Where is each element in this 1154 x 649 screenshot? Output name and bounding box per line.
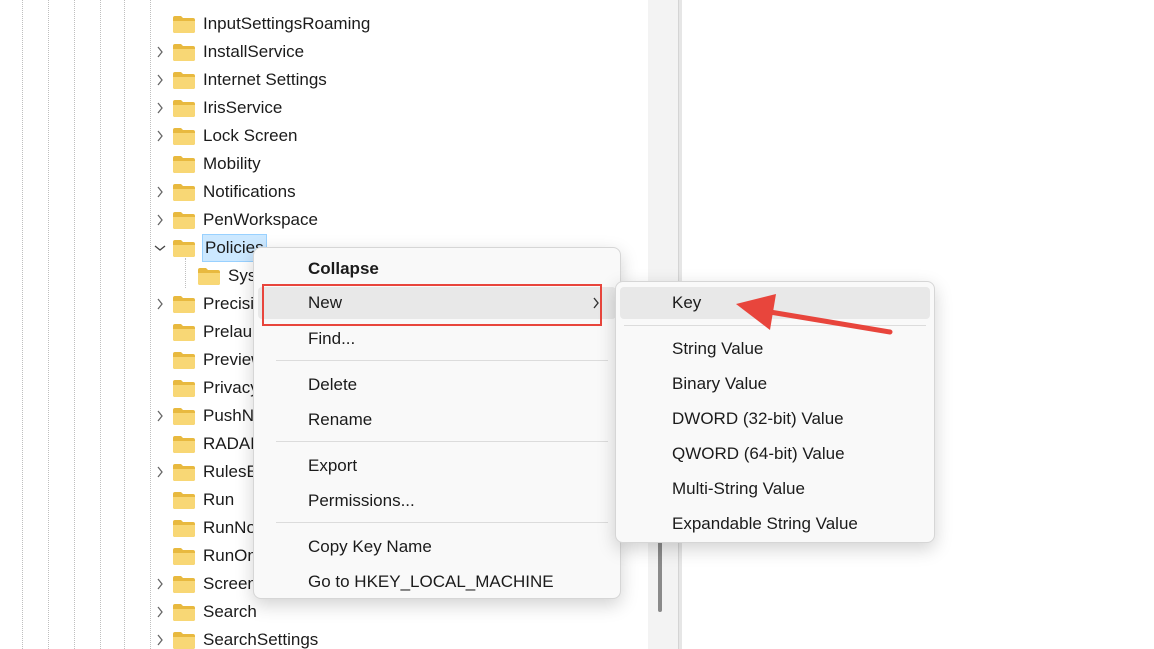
menu-item-copy-key-name[interactable]: Copy Key Name — [258, 531, 616, 563]
chevron-right-icon[interactable] — [153, 101, 167, 115]
tree-guide-line — [74, 0, 75, 649]
chevron-right-icon[interactable] — [153, 129, 167, 143]
submenu-item-binary-value[interactable]: Binary Value — [620, 368, 930, 400]
tree-guide-line — [185, 258, 186, 288]
tree-item[interactable]: PenWorkspace — [157, 206, 592, 234]
tree-item[interactable]: InputSettingsRoaming — [172, 10, 592, 38]
tree-item[interactable]: Notifications — [157, 178, 592, 206]
menu-separator — [276, 441, 608, 442]
folder-icon — [172, 434, 196, 454]
chevron-right-icon[interactable] — [153, 465, 167, 479]
chevron-right-icon[interactable] — [153, 605, 167, 619]
folder-icon — [172, 350, 196, 370]
tree-item-label: Run — [203, 490, 235, 509]
submenu-item-dword-value[interactable]: DWORD (32-bit) Value — [620, 403, 930, 435]
submenu-item-string-value[interactable]: String Value — [620, 333, 930, 365]
menu-item-goto-hklm[interactable]: Go to HKEY_LOCAL_MACHINE — [258, 566, 616, 598]
new-item-highlight — [262, 284, 602, 326]
chevron-right-icon[interactable] — [153, 185, 167, 199]
menu-item-collapse[interactable]: Collapse — [258, 253, 616, 285]
chevron-right-icon[interactable] — [153, 577, 167, 591]
tree-item[interactable]: Internet Settings — [157, 66, 592, 94]
tree-guide-line — [150, 0, 151, 649]
tree-item-label: Screen — [203, 574, 257, 593]
menu-separator — [624, 325, 926, 326]
menu-separator — [276, 522, 608, 523]
submenu-item-qword-value[interactable]: QWORD (64-bit) Value — [620, 438, 930, 470]
folder-icon — [172, 14, 196, 34]
tree-item-label: RunNo — [203, 518, 256, 537]
chevron-right-icon[interactable] — [153, 297, 167, 311]
chevron-right-icon[interactable] — [153, 73, 167, 87]
chevron-down-icon[interactable] — [153, 241, 167, 255]
folder-icon — [172, 98, 196, 118]
tree-item[interactable]: Lock Screen — [157, 122, 592, 150]
tree-item-label: Notifications — [203, 182, 296, 201]
folder-icon — [197, 266, 221, 286]
chevron-right-icon[interactable] — [153, 633, 167, 647]
tree-guide-line — [22, 0, 23, 649]
submenu-item-expandable-string-value[interactable]: Expandable String Value — [620, 508, 930, 540]
tree-item-label: InstallService — [203, 42, 305, 61]
folder-icon — [172, 294, 196, 314]
folder-icon — [172, 70, 196, 90]
tree-item-label: RunOn — [203, 546, 257, 565]
new-submenu: Key String Value Binary Value DWORD (32-… — [615, 281, 935, 543]
folder-icon — [172, 490, 196, 510]
menu-item-export[interactable]: Export — [258, 450, 616, 482]
tree-item-label: Internet Settings — [203, 70, 327, 89]
tree-item-label: RulesE — [203, 462, 258, 481]
chevron-right-icon[interactable] — [153, 213, 167, 227]
tree-item-label: IrisService — [203, 98, 283, 117]
scrollbar-thumb[interactable] — [658, 540, 662, 612]
tree-item-label: Mobility — [203, 154, 261, 173]
tree-item-label: Prelaur — [203, 322, 258, 341]
tree-item-label: PushN — [203, 406, 255, 425]
folder-icon — [172, 602, 196, 622]
tree-item-label: PenWorkspace — [203, 210, 318, 229]
menu-item-permissions[interactable]: Permissions... — [258, 485, 616, 517]
chevron-right-icon[interactable] — [153, 45, 167, 59]
folder-icon — [172, 238, 196, 258]
tree-item[interactable]: IrisService — [157, 94, 592, 122]
submenu-item-multi-string-value[interactable]: Multi-String Value — [620, 473, 930, 505]
menu-item-rename[interactable]: Rename — [258, 404, 616, 436]
folder-icon — [172, 154, 196, 174]
folder-icon — [172, 42, 196, 62]
menu-item-delete[interactable]: Delete — [258, 369, 616, 401]
folder-icon — [172, 378, 196, 398]
tree-item-label: Lock Screen — [203, 126, 298, 145]
folder-icon — [172, 574, 196, 594]
tree-guide-line — [48, 0, 49, 649]
tree-item[interactable]: SearchSettings — [157, 626, 592, 649]
folder-icon — [172, 126, 196, 146]
menu-item-find[interactable]: Find... — [258, 323, 616, 355]
tree-item[interactable]: InstallService — [157, 38, 592, 66]
folder-icon — [172, 462, 196, 482]
tree-item-label: Privacy — [203, 378, 259, 397]
chevron-right-icon[interactable] — [153, 409, 167, 423]
tree-guide-line — [124, 0, 125, 649]
folder-icon — [172, 210, 196, 230]
tree-item[interactable]: Mobility — [172, 150, 592, 178]
tree-guide-line — [100, 0, 101, 649]
menu-separator — [276, 360, 608, 361]
folder-icon — [172, 322, 196, 342]
folder-icon — [172, 518, 196, 538]
tree-item[interactable]: Search — [157, 598, 592, 626]
submenu-item-key[interactable]: Key — [620, 287, 930, 319]
folder-icon — [172, 406, 196, 426]
tree-item-label: InputSettingsRoaming — [203, 14, 371, 33]
tree-item-label: Search — [203, 602, 257, 621]
folder-icon — [172, 630, 196, 649]
tree-item-label: Precisi — [203, 294, 255, 313]
folder-icon — [172, 182, 196, 202]
folder-icon — [172, 546, 196, 566]
tree-item-label: SearchSettings — [203, 630, 319, 649]
